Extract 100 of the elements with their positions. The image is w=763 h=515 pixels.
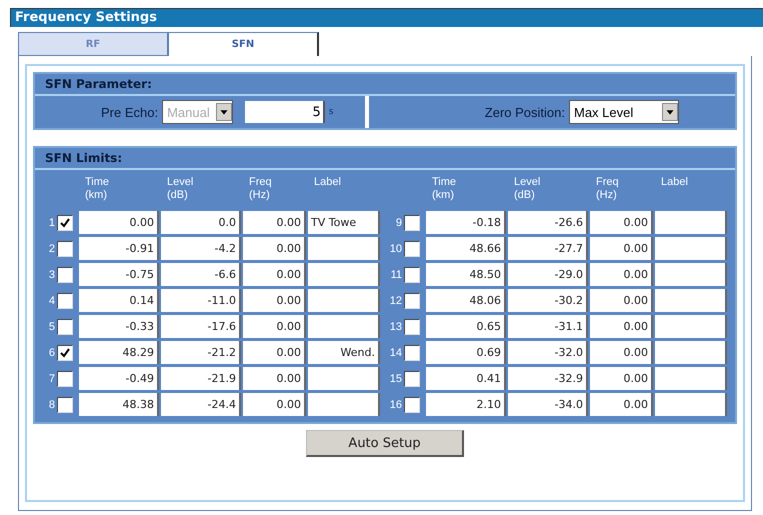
row-number: 14	[388, 346, 402, 358]
time-field[interactable]: 0.65	[426, 315, 506, 338]
row-number: 12	[388, 294, 402, 306]
checkbox[interactable]	[404, 240, 420, 256]
freq-field[interactable]: 0.00	[243, 341, 306, 364]
checkbox[interactable]	[57, 292, 73, 308]
freq-field[interactable]: 0.00	[590, 393, 653, 416]
freq-field[interactable]: 0.00	[590, 211, 653, 234]
unit-label: s	[328, 107, 334, 117]
freq-field[interactable]: 0.00	[590, 289, 653, 312]
level-field[interactable]: -11.0	[161, 289, 241, 312]
label-field[interactable]: TV Towe	[308, 211, 380, 234]
checkbox[interactable]	[404, 292, 420, 308]
freq-field[interactable]: 0.00	[590, 341, 653, 364]
label-field[interactable]	[308, 367, 380, 390]
label-field[interactable]	[655, 263, 727, 286]
freq-field[interactable]: 0.00	[243, 315, 306, 338]
checkbox[interactable]	[57, 344, 73, 360]
level-field[interactable]: -31.1	[508, 315, 588, 338]
column-header: Time (km)	[431, 175, 458, 203]
checkbox[interactable]	[404, 370, 420, 386]
level-field[interactable]: -29.0	[508, 263, 588, 286]
checkbox[interactable]	[404, 266, 420, 282]
label-field[interactable]	[655, 367, 727, 390]
label-field[interactable]	[308, 237, 380, 260]
tab[interactable]: SFN	[168, 32, 319, 56]
time-field[interactable]: -0.91	[79, 237, 159, 260]
row-number: 13	[388, 320, 402, 332]
label-field[interactable]	[655, 211, 727, 234]
checkbox[interactable]	[404, 396, 420, 412]
label-field[interactable]	[308, 263, 380, 286]
level-field[interactable]: 0.0	[161, 211, 241, 234]
checkbox[interactable]	[404, 214, 420, 230]
freq-field[interactable]: 0.00	[590, 367, 653, 390]
level-field[interactable]: -34.0	[508, 393, 588, 416]
level-field[interactable]: -21.9	[161, 367, 241, 390]
time-field[interactable]: 48.38	[79, 393, 159, 416]
freq-field[interactable]: 0.00	[243, 289, 306, 312]
freq-field[interactable]: 0.00	[590, 237, 653, 260]
checkbox[interactable]	[57, 396, 73, 412]
level-field[interactable]: -26.6	[508, 211, 588, 234]
time-field[interactable]: 0.41	[426, 367, 506, 390]
checkbox[interactable]	[57, 240, 73, 256]
time-field[interactable]: 48.66	[426, 237, 506, 260]
level-field[interactable]: -30.2	[508, 289, 588, 312]
checkbox[interactable]	[404, 318, 420, 334]
level-field[interactable]: -21.2	[161, 341, 241, 364]
zero-position-label: Zero Position:	[484, 104, 565, 120]
level-field[interactable]: -24.4	[161, 393, 241, 416]
row-number: 6	[48, 346, 55, 358]
label-field[interactable]	[308, 289, 380, 312]
label-field[interactable]	[655, 237, 727, 260]
freq-field[interactable]: 0.00	[243, 211, 306, 234]
time-field[interactable]: 0.69	[426, 341, 506, 364]
time-field[interactable]: -0.33	[79, 315, 159, 338]
time-field[interactable]: -0.18	[426, 211, 506, 234]
checkbox[interactable]	[404, 344, 420, 360]
time-field[interactable]: 2.10	[426, 393, 506, 416]
time-field[interactable]: -0.75	[79, 263, 159, 286]
time-field[interactable]: -0.49	[79, 367, 159, 390]
time-field[interactable]: 0.14	[79, 289, 159, 312]
window-title: Frequency Settings	[10, 8, 763, 27]
label-field[interactable]	[655, 315, 727, 338]
level-field[interactable]: -32.0	[508, 341, 588, 364]
level-field[interactable]: -27.7	[508, 237, 588, 260]
label-field[interactable]	[308, 315, 380, 338]
level-field[interactable]: -6.6	[161, 263, 241, 286]
row-number: 10	[388, 242, 402, 254]
label-field[interactable]	[655, 393, 727, 416]
label-field[interactable]	[308, 393, 380, 416]
time-field[interactable]: 48.50	[426, 263, 506, 286]
checkbox[interactable]	[57, 214, 73, 230]
freq-field[interactable]: 0.00	[590, 263, 653, 286]
freq-field[interactable]: 0.00	[243, 367, 306, 390]
checkbox[interactable]	[57, 318, 73, 334]
time-field[interactable]: 48.06	[426, 289, 506, 312]
label-field[interactable]: Wend.	[308, 341, 380, 364]
label-field[interactable]	[655, 341, 727, 364]
checkbox[interactable]	[57, 266, 73, 282]
row-number: 3	[48, 268, 55, 280]
checkbox[interactable]	[57, 370, 73, 386]
column-header: Level (dB)	[166, 175, 194, 203]
freq-field[interactable]: 0.00	[243, 237, 306, 260]
level-field[interactable]: -4.2	[161, 237, 241, 260]
auto-setup-button[interactable]: Auto Setup	[306, 430, 464, 457]
column-header: Level (dB)	[513, 175, 542, 203]
freq-field[interactable]: 0.00	[590, 315, 653, 338]
freq-field[interactable]: 0.00	[243, 263, 306, 286]
pre-echo-field[interactable]: 5	[244, 101, 325, 123]
row-number: 2	[48, 242, 55, 254]
time-field[interactable]: 48.29	[79, 341, 159, 364]
row-number: 4	[48, 294, 55, 306]
level-field[interactable]: -32.9	[508, 367, 588, 390]
section-header: SFN Limits:	[35, 148, 735, 170]
row-number: 8	[48, 398, 55, 410]
level-field[interactable]: -17.6	[161, 315, 241, 338]
time-field[interactable]: 0.00	[79, 211, 159, 234]
label-field[interactable]	[655, 289, 727, 312]
freq-field[interactable]: 0.00	[243, 393, 306, 416]
zero-position-select[interactable]: Max Level	[569, 100, 679, 124]
